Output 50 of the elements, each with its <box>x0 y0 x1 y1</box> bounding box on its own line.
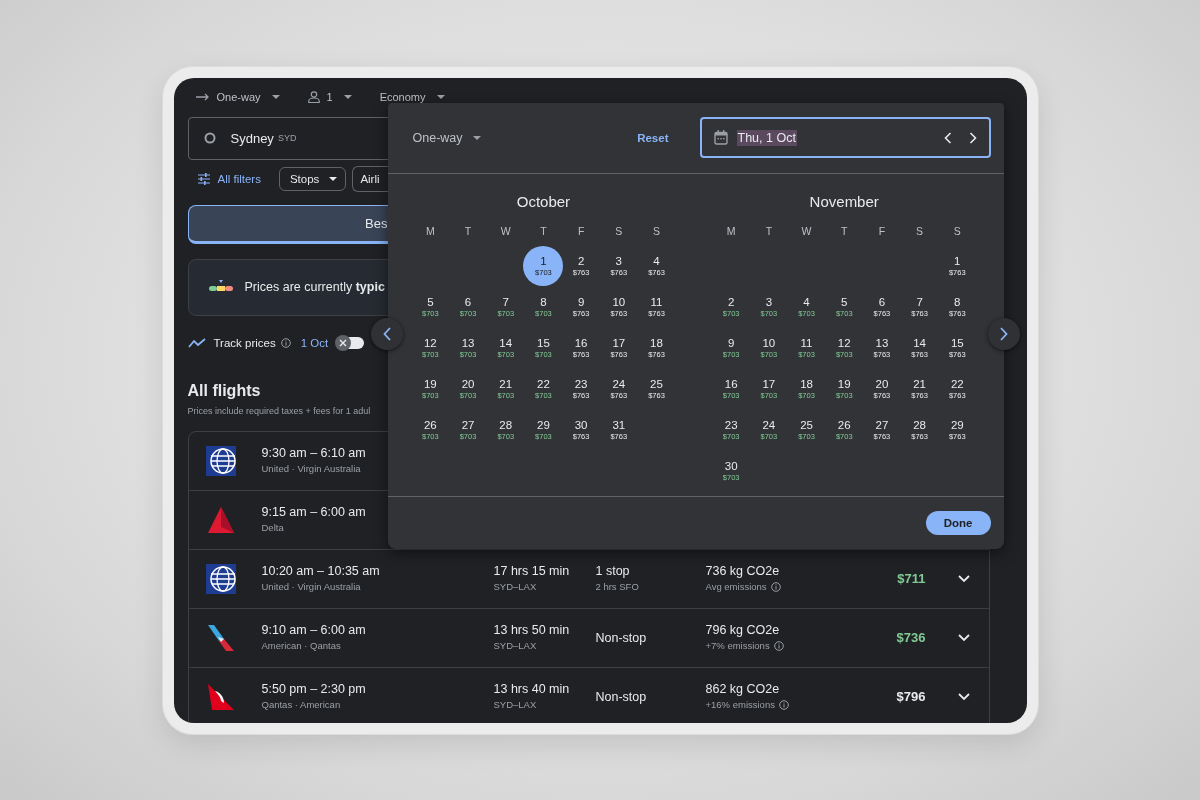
flight-route: SYD–LAX <box>493 639 538 653</box>
emissions-amount: 862 kg CO2e <box>705 681 781 697</box>
emissions-amount: 736 kg CO2e <box>705 563 781 579</box>
weekday-label: S <box>915 223 925 239</box>
emissions-note: +7% emissions <box>705 639 770 653</box>
flight-times: 9:10 am – 6:00 am <box>261 622 367 638</box>
flight-stops: Non-stop <box>595 629 648 646</box>
weekday-label: T <box>463 223 473 239</box>
price-insight-text: Prices are currently typic <box>244 280 385 294</box>
weekday-label: F <box>877 223 887 239</box>
airline-names: United · Virgin Australia <box>261 580 362 594</box>
emissions-amount: 796 kg CO2e <box>705 622 781 638</box>
flight-price: $796 <box>896 689 926 704</box>
weekday-label: T <box>764 223 774 239</box>
flight-times: 9:30 am – 6:10 am <box>261 445 367 461</box>
weekday-label: F <box>576 223 586 239</box>
flight-duration: 13 hrs 40 min <box>493 681 571 697</box>
weekday-label: T <box>539 223 548 239</box>
section-title: All flights <box>187 380 261 401</box>
weekday-label: S <box>614 223 624 239</box>
month-title: October <box>515 191 572 212</box>
track-date: 1 Oct <box>300 336 329 349</box>
section-subtitle: Prices include required taxes + fees for 1 adul <box>187 404 371 418</box>
flight-route: SYD–LAX <box>493 580 538 594</box>
flight-duration: 13 hrs 50 min <box>493 622 571 638</box>
flight-duration: 17 hrs 15 min <box>493 563 571 579</box>
weekday-label: W <box>499 223 512 239</box>
weekday-label: S <box>952 223 962 239</box>
weekday-label: S <box>651 223 661 239</box>
weekday-label: T <box>840 223 849 239</box>
weekday-label: W <box>800 223 813 239</box>
flight-price: $711 <box>897 571 926 586</box>
flight-times: 5:50 pm – 2:30 pm <box>261 681 367 697</box>
airline-names: American · Qantas <box>261 639 342 653</box>
flight-times: 9:15 am – 6:00 am <box>261 504 367 520</box>
flight-times: 10:20 am – 10:35 am <box>261 563 381 579</box>
airline-names: Qantas · American <box>261 698 342 712</box>
month-title: November <box>808 191 880 212</box>
flight-route: SYD–LAX <box>493 698 538 712</box>
track-prices-label: Track prices <box>213 336 276 349</box>
weekday-label: M <box>725 223 737 239</box>
airline-names: United · Virgin Australia <box>261 462 362 476</box>
weekday-label: M <box>424 223 436 239</box>
airline-names: Delta <box>261 521 285 535</box>
layover-info: 2 hrs SFO <box>595 580 640 594</box>
flight-stops: 1 stop <box>595 563 631 579</box>
flight-price: $736 <box>896 630 926 645</box>
emissions-note: Avg emissions <box>705 580 767 594</box>
flight-stops: Non-stop <box>595 688 648 705</box>
emissions-note: +16% emissions <box>705 698 775 712</box>
